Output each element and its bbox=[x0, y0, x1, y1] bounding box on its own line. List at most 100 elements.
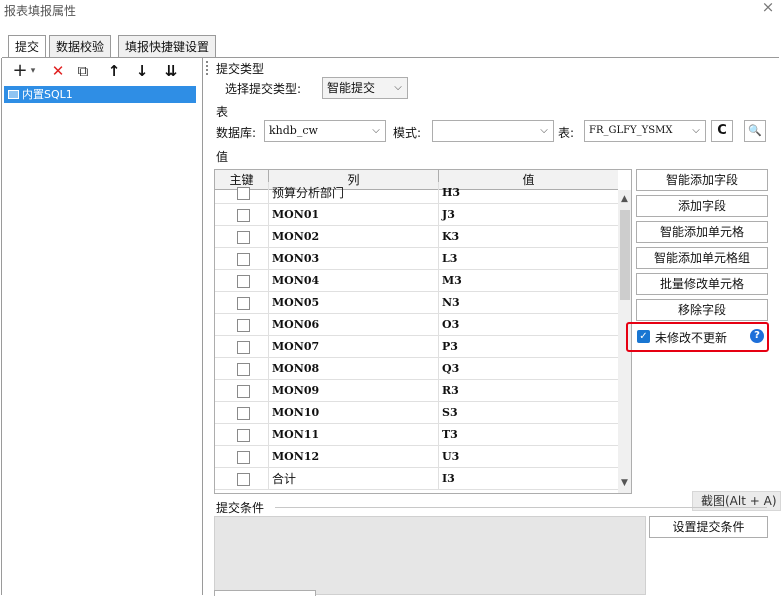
value-cell[interactable]: O3 bbox=[439, 314, 618, 336]
column-cell[interactable]: MON06 bbox=[269, 314, 439, 336]
set-submit-condition-button[interactable]: 设置提交条件 bbox=[649, 516, 768, 538]
table-select[interactable]: FR_GLFY_YSMX ⌵ bbox=[584, 120, 706, 142]
add-field-button[interactable]: 添加字段 bbox=[636, 195, 768, 217]
primary-key-checkbox[interactable] bbox=[237, 275, 250, 288]
column-cell[interactable]: MON07 bbox=[269, 336, 439, 358]
value-cell[interactable]: H3 bbox=[439, 182, 618, 204]
move-up-icon[interactable]: ↑ bbox=[107, 61, 121, 81]
submit-type-value: 智能提交 bbox=[327, 81, 376, 95]
value-cell[interactable]: U3 bbox=[439, 446, 618, 468]
table-row[interactable]: 预算分析部门 H3 bbox=[215, 182, 618, 204]
close-icon[interactable]: × bbox=[760, 0, 776, 15]
key-cell bbox=[215, 204, 269, 226]
scroll-thumb[interactable] bbox=[620, 210, 630, 300]
table-row[interactable]: MON03 L3 bbox=[215, 248, 618, 270]
add-icon[interactable]: + bbox=[11, 61, 29, 81]
schema-select[interactable]: ⌵ bbox=[432, 120, 554, 142]
key-cell bbox=[215, 248, 269, 270]
column-cell[interactable]: 合计 bbox=[269, 468, 439, 490]
column-cell[interactable]: MON03 bbox=[269, 248, 439, 270]
value-cell[interactable]: K3 bbox=[439, 226, 618, 248]
primary-key-checkbox[interactable] bbox=[237, 429, 250, 442]
primary-key-checkbox[interactable] bbox=[237, 407, 250, 420]
column-cell[interactable]: MON05 bbox=[269, 292, 439, 314]
column-cell[interactable]: MON09 bbox=[269, 380, 439, 402]
value-cell[interactable]: Q3 bbox=[439, 358, 618, 380]
preview-icon[interactable]: 🔍 bbox=[744, 120, 766, 142]
value-cell[interactable]: J3 bbox=[439, 204, 618, 226]
chevron-down-icon: ⌵ bbox=[540, 125, 548, 136]
table-row[interactable]: MON09 R3 bbox=[215, 380, 618, 402]
table-row[interactable]: MON10 S3 bbox=[215, 402, 618, 424]
primary-key-checkbox[interactable] bbox=[237, 473, 250, 486]
primary-key-checkbox[interactable] bbox=[237, 341, 250, 354]
refresh-icon[interactable]: C bbox=[711, 120, 733, 142]
tab-submit[interactable]: 提交 bbox=[8, 35, 47, 58]
splitter-handle[interactable] bbox=[206, 61, 210, 75]
scroll-up-icon[interactable]: ▲ bbox=[621, 194, 628, 204]
column-cell[interactable]: MON12 bbox=[269, 446, 439, 468]
key-cell bbox=[215, 226, 269, 248]
table-row[interactable]: 合计 I3 bbox=[215, 468, 618, 490]
smart-add-field-button[interactable]: 智能添加字段 bbox=[636, 169, 768, 191]
table-row[interactable]: MON04 M3 bbox=[215, 270, 618, 292]
smart-add-cell-group-button[interactable]: 智能添加单元格组 bbox=[636, 247, 768, 269]
primary-key-checkbox[interactable] bbox=[237, 231, 250, 244]
help-icon[interactable]: ? bbox=[750, 329, 764, 343]
primary-key-checkbox[interactable] bbox=[237, 363, 250, 376]
column-cell[interactable]: 预算分析部门 bbox=[269, 182, 439, 204]
sort-icon[interactable]: ⇊ bbox=[162, 61, 180, 81]
smart-add-cell-button[interactable]: 智能添加单元格 bbox=[636, 221, 768, 243]
key-cell bbox=[215, 270, 269, 292]
primary-key-checkbox[interactable] bbox=[237, 451, 250, 464]
value-cell[interactable]: S3 bbox=[439, 402, 618, 424]
primary-key-checkbox[interactable] bbox=[237, 385, 250, 398]
key-cell bbox=[215, 292, 269, 314]
scroll-down-icon[interactable]: ▼ bbox=[621, 478, 628, 488]
no-update-checkbox[interactable]: ✓ bbox=[637, 330, 650, 343]
table-row[interactable]: MON02 K3 bbox=[215, 226, 618, 248]
submit-condition-area[interactable] bbox=[214, 516, 646, 595]
column-cell[interactable]: MON10 bbox=[269, 402, 439, 424]
primary-key-checkbox[interactable] bbox=[237, 253, 250, 266]
primary-key-checkbox[interactable] bbox=[237, 209, 250, 222]
column-cell[interactable]: MON08 bbox=[269, 358, 439, 380]
database-select[interactable]: khdb_cw ⌵ bbox=[264, 120, 386, 142]
value-cell[interactable]: L3 bbox=[439, 248, 618, 270]
remove-field-button[interactable]: 移除字段 bbox=[636, 299, 768, 321]
copy-icon[interactable]: ⧉ bbox=[74, 61, 92, 81]
chevron-down-icon: ⌵ bbox=[692, 125, 700, 136]
submit-type-select[interactable]: 智能提交 ⌵ bbox=[322, 77, 408, 99]
value-cell[interactable]: N3 bbox=[439, 292, 618, 314]
table-heading: 表 bbox=[216, 105, 229, 119]
table-row[interactable]: MON05 N3 bbox=[215, 292, 618, 314]
tab-data-validation[interactable]: 数据校验 bbox=[49, 35, 112, 57]
table-row[interactable]: MON07 P3 bbox=[215, 336, 618, 358]
table-row[interactable]: MON08 Q3 bbox=[215, 358, 618, 380]
no-update-label[interactable]: 未修改不更新 bbox=[655, 329, 727, 346]
primary-key-checkbox[interactable] bbox=[237, 187, 250, 200]
primary-key-checkbox[interactable] bbox=[237, 297, 250, 310]
table-row[interactable]: MON12 U3 bbox=[215, 446, 618, 468]
column-cell[interactable]: MON02 bbox=[269, 226, 439, 248]
tab-shortcut-settings[interactable]: 填报快捷键设置 bbox=[118, 35, 217, 57]
value-cell[interactable]: I3 bbox=[439, 468, 618, 490]
value-cell[interactable]: R3 bbox=[439, 380, 618, 402]
key-cell bbox=[215, 336, 269, 358]
column-cell[interactable]: MON11 bbox=[269, 424, 439, 446]
sql-list-item[interactable]: 内置SQL1 bbox=[4, 86, 196, 103]
column-cell[interactable]: MON01 bbox=[269, 204, 439, 226]
move-down-icon[interactable]: ↓ bbox=[135, 61, 149, 81]
value-cell[interactable]: M3 bbox=[439, 270, 618, 292]
value-cell[interactable]: T3 bbox=[439, 424, 618, 446]
delete-icon[interactable]: ✕ bbox=[49, 61, 67, 81]
column-cell[interactable]: MON04 bbox=[269, 270, 439, 292]
table-row[interactable]: MON11 T3 bbox=[215, 424, 618, 446]
bottom-tab[interactable] bbox=[214, 590, 316, 596]
primary-key-checkbox[interactable] bbox=[237, 319, 250, 332]
batch-edit-cell-button[interactable]: 批量修改单元格 bbox=[636, 273, 768, 295]
value-cell[interactable]: P3 bbox=[439, 336, 618, 358]
table-row[interactable]: MON06 O3 bbox=[215, 314, 618, 336]
table-row[interactable]: MON01 J3 bbox=[215, 204, 618, 226]
add-dropdown-icon[interactable]: ▾ bbox=[29, 61, 37, 81]
